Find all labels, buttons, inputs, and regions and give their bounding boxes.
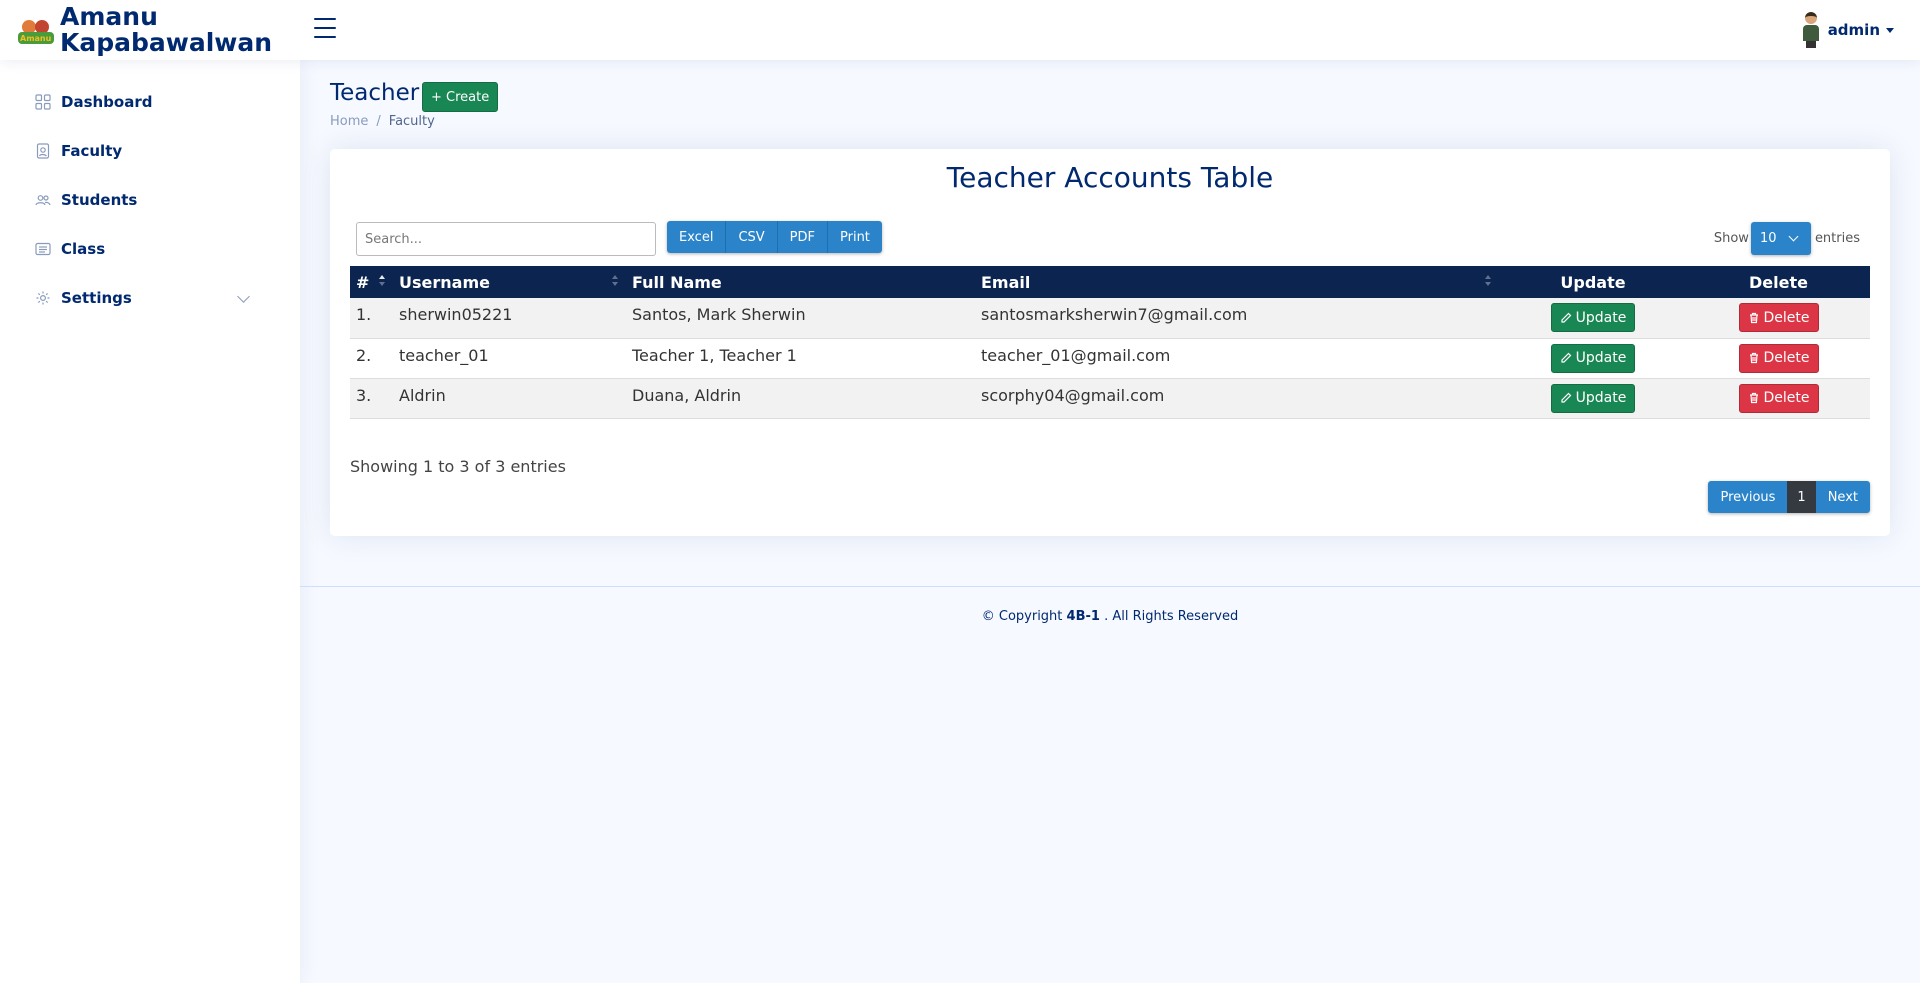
print-button[interactable]: Print [828,221,882,253]
brand-logo[interactable]: Amanu Amanu Kapabawalwan [18,4,272,56]
column-header-fullname: Full Name [626,266,975,298]
sidebar-item-students[interactable]: Students [20,180,270,220]
previous-button[interactable]: Previous [1708,481,1788,513]
delete-button[interactable]: Delete [1738,383,1819,413]
footer: © Copyright 4B-1 . All Rights Reserved [300,586,1920,646]
breadcrumb-separator: / [376,114,381,129]
sidebar: Dashboard Faculty Students Class Setting… [0,60,300,983]
grid-icon [35,94,51,110]
page-title: Teacher [330,80,420,106]
pagination: Previous 1 Next [1708,481,1870,513]
row-email: santosmarksherwin7@gmail.com [975,298,1499,339]
trash-icon [1749,312,1758,323]
breadcrumb-home[interactable]: Home [330,114,368,129]
row-username: sherwin05221 [393,298,626,339]
entries-select[interactable]: 10 [1750,222,1811,255]
sidebar-item-settings[interactable]: Settings [20,278,270,318]
next-button[interactable]: Next [1815,481,1870,513]
update-button[interactable]: Update [1550,343,1636,373]
row-username: Aldrin [393,378,626,419]
pdf-button[interactable]: PDF [777,221,828,253]
export-buttons: Excel CSV PDF Print [667,221,882,253]
pencil-icon [1561,392,1571,403]
trash-icon [1749,352,1758,364]
sidebar-item-class[interactable]: Class [20,229,270,269]
breadcrumb: Home / Faculty [330,114,435,129]
row-number: 3. [350,378,393,419]
breadcrumb-current: Faculty [388,114,435,129]
page-1-button[interactable]: 1 [1787,481,1816,513]
table-row: 3. Aldrin Duana, Aldrin scorphy04@gmail.… [350,378,1870,419]
entries-length-control: Show 10 entries [1714,222,1860,255]
trash-icon [1749,392,1758,404]
row-fullname: Teacher 1, Teacher 1 [626,338,975,379]
row-fullname: Santos, Mark Sherwin [626,298,975,339]
update-button[interactable]: Update [1550,303,1636,333]
logo-image-icon: Amanu [18,16,54,44]
delete-button[interactable]: Delete [1738,343,1819,373]
sidebar-toggle-icon[interactable] [314,18,338,40]
avatar [1802,12,1820,48]
pencil-icon [1561,352,1571,363]
copyright: © Copyright 4B-1 . All Rights Reserved [981,609,1239,624]
column-header-delete: Delete [1687,266,1870,298]
row-fullname: Duana, Aldrin [626,378,975,419]
csv-button[interactable]: CSV [726,221,778,253]
entries-label: entries [1814,231,1860,246]
sort-icon [612,275,618,289]
column-header-number[interactable]: # [350,266,393,298]
column-header-update: Update [1499,266,1687,298]
column-header-email[interactable]: Email [975,266,1499,298]
create-button[interactable]: + Create [422,82,499,112]
table-row: 2. teacher_01 Teacher 1, Teacher 1 teach… [350,338,1870,379]
sidebar-item-dashboard[interactable]: Dashboard [20,82,270,122]
excel-button[interactable]: Excel [667,221,727,253]
profile-name: admin [1827,21,1880,39]
teacher-accounts-card: Teacher Accounts Table Excel CSV PDF Pri… [330,149,1890,536]
table-info: Showing 1 to 3 of 3 entries [350,457,566,476]
row-number: 1. [350,298,393,339]
update-button[interactable]: Update [1550,383,1636,413]
top-header: Amanu Amanu Kapabawalwan admin [0,0,1920,60]
card-title: Teacher Accounts Table [946,161,1274,194]
column-header-username[interactable]: Username [393,266,626,298]
sort-icon [1485,275,1491,289]
sort-icon [379,275,385,289]
card-list-icon [35,242,51,256]
person-badge-icon [36,143,50,159]
row-email: scorphy04@gmail.com [975,378,1499,419]
row-email: teacher_01@gmail.com [975,338,1499,379]
pencil-icon [1561,312,1571,323]
brand-name: Amanu Kapabawalwan [60,2,273,57]
chevron-down-icon [1788,231,1799,242]
teacher-table: # Username Full Name Email Update Delete… [350,266,1870,419]
caret-down-icon [1886,27,1894,33]
delete-button[interactable]: Delete [1738,303,1819,333]
row-number: 2. [350,338,393,379]
people-icon [35,195,51,206]
chevron-down-icon [237,290,250,303]
show-label: Show [1713,231,1749,246]
search-input[interactable] [356,222,656,256]
gear-icon [36,291,50,305]
row-username: teacher_01 [393,338,626,379]
profile-dropdown[interactable]: admin [1802,12,1894,48]
table-row: 1. sherwin05221 Santos, Mark Sherwin san… [350,298,1870,339]
sidebar-item-faculty[interactable]: Faculty [20,131,270,171]
